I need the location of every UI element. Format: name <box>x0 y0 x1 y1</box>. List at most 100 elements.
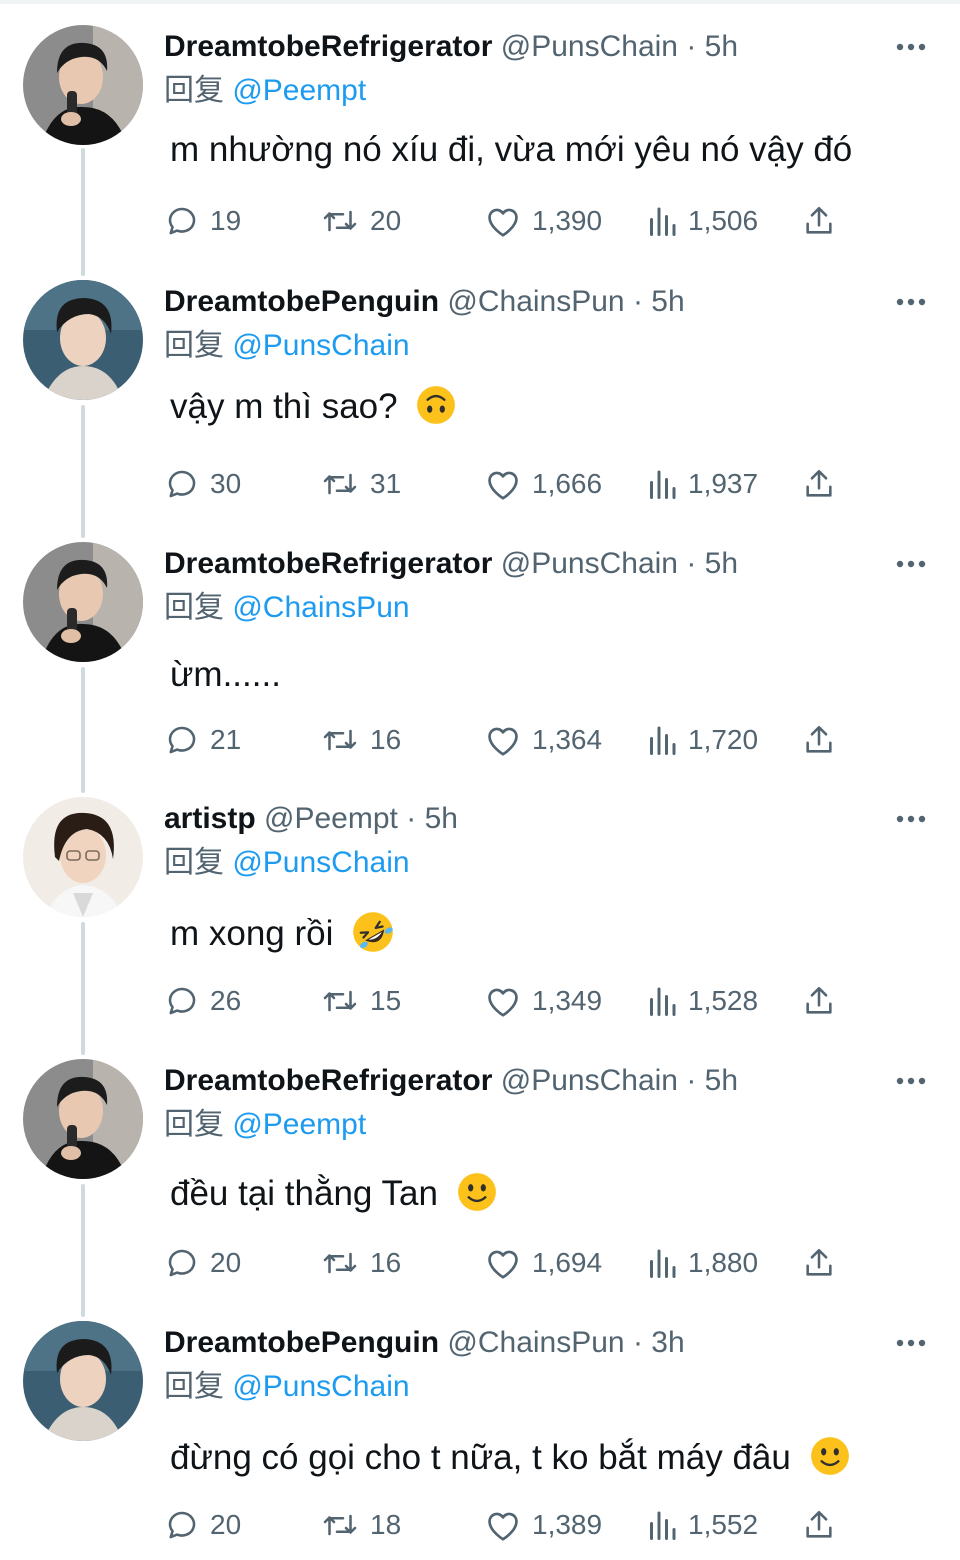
reply-mention-link[interactable]: @Peempt <box>232 1108 366 1141</box>
views-chart-icon <box>650 1511 676 1540</box>
reply-context: 回复 @Peempt <box>164 71 366 111</box>
more-options-icon[interactable] <box>896 1333 926 1353</box>
reply-button[interactable]: 20 <box>164 1503 241 1547</box>
reply-button[interactable]: 21 <box>164 718 241 762</box>
timestamp[interactable]: 5h <box>705 30 738 63</box>
views-button[interactable]: 1,937 <box>646 462 758 506</box>
retweet-count: 31 <box>370 468 402 499</box>
reply-prefix: 回复 <box>164 591 224 624</box>
retweet-button[interactable]: 18 <box>320 1503 401 1547</box>
like-button[interactable]: 1,390 <box>484 199 602 243</box>
views-count: 1,880 <box>688 1247 759 1278</box>
retweet-button[interactable]: 31 <box>320 462 401 506</box>
display-name[interactable]: DreamtobePenguin <box>164 285 439 318</box>
avatar[interactable] <box>23 1321 143 1441</box>
more-options-icon[interactable] <box>896 1071 926 1091</box>
timestamp[interactable]: 5h <box>651 285 684 318</box>
like-count: 1,349 <box>532 985 603 1016</box>
tweet-header: DreamtobeRefrigerator @PunsChain · 5h <box>164 542 738 586</box>
views-button[interactable]: 1,880 <box>646 1241 758 1285</box>
timestamp[interactable]: 3h <box>651 1326 684 1359</box>
timestamp[interactable]: 5h <box>705 1064 738 1097</box>
retweet-button[interactable]: 20 <box>320 199 401 243</box>
share-button[interactable] <box>802 199 836 243</box>
user-handle[interactable]: @Peempt <box>264 802 398 835</box>
heart-icon <box>488 1250 518 1279</box>
reply-mention-link[interactable]: @ChainsPun <box>232 591 409 624</box>
heart-icon <box>488 727 518 756</box>
share-button[interactable] <box>802 1503 836 1547</box>
tweet-text: ừm...... <box>170 650 281 700</box>
tweet-text-content: đừng có gọi cho t nữa, t ko bắt máy đâu <box>170 1438 791 1477</box>
views-count: 1,720 <box>688 724 759 755</box>
reply-mention-link[interactable]: @PunsChain <box>232 1370 409 1403</box>
views-button[interactable]: 1,552 <box>646 1503 758 1547</box>
display-name[interactable]: DreamtobePenguin <box>164 1326 439 1359</box>
like-button[interactable]: 1,666 <box>484 462 602 506</box>
reply-mention-link[interactable]: @PunsChain <box>232 846 409 879</box>
user-handle[interactable]: @ChainsPun <box>447 1326 624 1359</box>
more-options-icon[interactable] <box>896 37 926 57</box>
action-bar: 20 18 1,389 1,552 <box>164 1503 864 1547</box>
retweet-button[interactable]: 16 <box>320 718 401 762</box>
user-handle[interactable]: @ChainsPun <box>447 285 624 318</box>
separator-dot: · <box>686 547 697 580</box>
tweet-text-content: m nhường nó xíu đi, vừa mới yêu nó vậy đ… <box>170 130 853 169</box>
reply-prefix: 回复 <box>164 1370 224 1403</box>
tweet-text: vậy m thì sao? <box>170 382 457 432</box>
slightly-smiling-face-emoji-icon <box>457 1172 496 1211</box>
display-name[interactable]: DreamtobeRefrigerator <box>164 1064 492 1097</box>
retweet-icon <box>323 210 357 232</box>
tweet[interactable]: DreamtobeRefrigerator @PunsChain · 5h 回复… <box>0 25 960 255</box>
timestamp[interactable]: 5h <box>425 802 458 835</box>
avatar[interactable] <box>23 797 143 917</box>
reply-button[interactable]: 20 <box>164 1241 241 1285</box>
avatar[interactable] <box>23 25 143 145</box>
more-options-icon[interactable] <box>896 809 926 829</box>
views-button[interactable]: 1,528 <box>646 979 758 1023</box>
tweet-text-content: vậy m thì sao? <box>170 387 398 426</box>
timestamp[interactable]: 5h <box>705 547 738 580</box>
user-handle[interactable]: @PunsChain <box>501 30 678 63</box>
tweet[interactable]: artistp @Peempt · 5h 回复 @PunsChain m xon… <box>0 797 960 1037</box>
reply-button[interactable]: 30 <box>164 462 241 506</box>
display-name[interactable]: DreamtobeRefrigerator <box>164 30 492 63</box>
tweet[interactable]: DreamtobePenguin @ChainsPun · 3h 回复 @Pun… <box>0 1321 960 1560</box>
share-button[interactable] <box>802 1241 836 1285</box>
more-options-icon[interactable] <box>896 554 926 574</box>
like-button[interactable]: 1,364 <box>484 718 602 762</box>
views-button[interactable]: 1,720 <box>646 718 758 762</box>
separator-dot: · <box>632 285 643 318</box>
views-button[interactable]: 1,506 <box>646 199 758 243</box>
like-button[interactable]: 1,349 <box>484 979 602 1023</box>
action-bar: 21 16 1,364 1,720 <box>164 718 864 762</box>
reply-button[interactable]: 19 <box>164 199 241 243</box>
tweet[interactable]: DreamtobeRefrigerator @PunsChain · 5h 回复… <box>0 1059 960 1299</box>
avatar[interactable] <box>23 1059 143 1179</box>
share-button[interactable] <box>802 462 836 506</box>
avatar[interactable] <box>23 542 143 662</box>
reply-count: 30 <box>210 468 242 499</box>
user-handle[interactable]: @PunsChain <box>501 1064 678 1097</box>
display-name[interactable]: DreamtobeRefrigerator <box>164 547 492 580</box>
tweet[interactable]: DreamtobeRefrigerator @PunsChain · 5h 回复… <box>0 542 960 778</box>
avatar[interactable] <box>23 280 143 400</box>
tweet-text: đều tại thằng Tan <box>170 1169 498 1219</box>
reply-button[interactable]: 26 <box>164 979 241 1023</box>
retweet-button[interactable]: 15 <box>320 979 401 1023</box>
reply-mention-link[interactable]: @Peempt <box>232 74 366 107</box>
share-icon <box>806 725 832 753</box>
like-button[interactable]: 1,694 <box>484 1241 602 1285</box>
tweet[interactable]: DreamtobePenguin @ChainsPun · 5h 回复 @Pun… <box>0 280 960 520</box>
retweet-icon <box>323 1514 357 1536</box>
retweet-button[interactable]: 16 <box>320 1241 401 1285</box>
like-button[interactable]: 1,389 <box>484 1503 602 1547</box>
share-button[interactable] <box>802 718 836 762</box>
share-button[interactable] <box>802 979 836 1023</box>
action-bar: 30 31 1,666 1,937 <box>164 462 864 506</box>
more-options-icon[interactable] <box>896 292 926 312</box>
reply-context: 回复 @ChainsPun <box>164 588 410 628</box>
reply-mention-link[interactable]: @PunsChain <box>232 329 409 362</box>
user-handle[interactable]: @PunsChain <box>501 547 678 580</box>
display-name[interactable]: artistp <box>164 802 256 835</box>
